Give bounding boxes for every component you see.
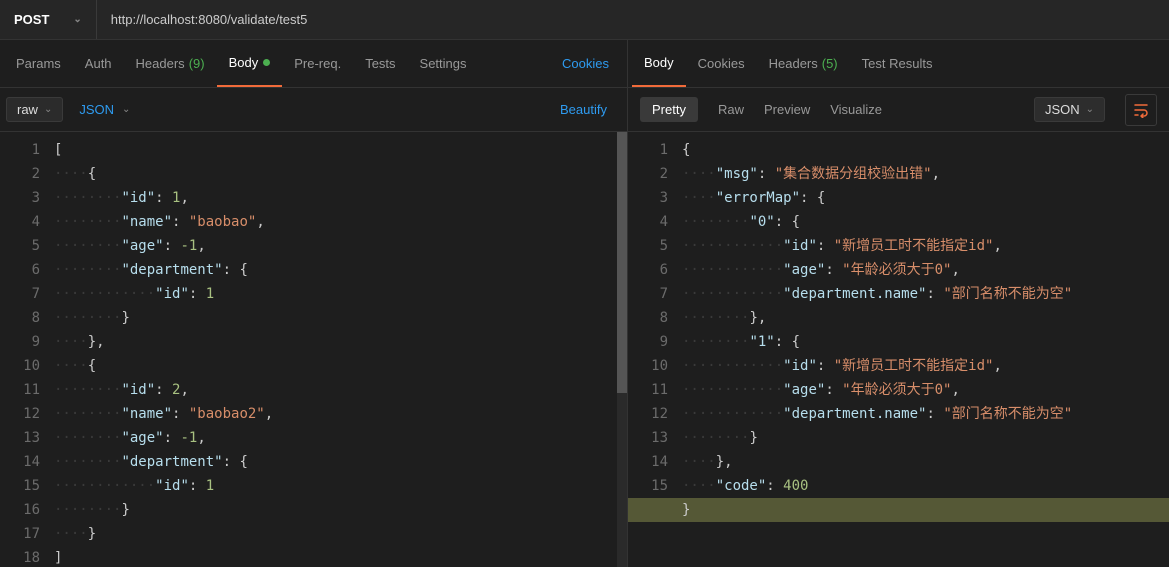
tab-headers[interactable]: Headers(9): [124, 40, 217, 87]
view-visualize[interactable]: Visualize: [830, 102, 882, 117]
tab-body[interactable]: Body: [217, 40, 283, 87]
view-pretty[interactable]: Pretty: [640, 97, 698, 122]
tab-settings[interactable]: Settings: [408, 40, 479, 87]
line-gutter: 123456789101112131415161718: [0, 132, 54, 567]
request-body-editor[interactable]: 123456789101112131415161718 [····{······…: [0, 132, 627, 567]
view-preview[interactable]: Preview: [764, 102, 810, 117]
code-area[interactable]: [····{········"id": 1,········"name": "b…: [54, 132, 627, 567]
response-tabs: Body Cookies Headers(5) Test Results: [628, 40, 1169, 88]
tab-prereq[interactable]: Pre-req.: [282, 40, 353, 87]
scrollbar-track[interactable]: [617, 132, 627, 567]
request-pane: Params Auth Headers(9) Body Pre-req. Tes…: [0, 40, 628, 567]
tab-tests[interactable]: Tests: [353, 40, 407, 87]
tab-params[interactable]: Params: [4, 40, 73, 87]
rtab-headers[interactable]: Headers(5): [757, 40, 850, 87]
view-raw[interactable]: Raw: [718, 102, 744, 117]
rtab-body[interactable]: Body: [632, 40, 686, 87]
url-input[interactable]: [97, 0, 1169, 39]
chevron-down-icon: ⌄: [122, 104, 130, 115]
scrollbar-thumb[interactable]: [617, 132, 627, 393]
body-type-select[interactable]: raw⌄: [6, 97, 63, 122]
response-body-viewer[interactable]: 12345678910111213141516 {····"msg": "集合数…: [628, 132, 1169, 567]
code-area: {····"msg": "集合数据分组校验出错",····"errorMap":…: [682, 132, 1169, 567]
request-tabs: Params Auth Headers(9) Body Pre-req. Tes…: [0, 40, 627, 88]
chevron-down-icon: ⌄: [1086, 104, 1094, 115]
chevron-down-icon: ⌄: [73, 14, 81, 25]
response-format-select[interactable]: JSON⌄: [1034, 97, 1105, 122]
tab-auth[interactable]: Auth: [73, 40, 124, 87]
cookies-link[interactable]: Cookies: [548, 56, 623, 71]
modified-dot-icon: [263, 59, 270, 66]
chevron-down-icon: ⌄: [44, 104, 52, 115]
wrap-lines-icon[interactable]: [1125, 94, 1157, 126]
http-method-label: POST: [14, 12, 49, 27]
beautify-button[interactable]: Beautify: [546, 102, 621, 117]
response-view-tabs: Pretty Raw Preview Visualize JSON⌄: [628, 88, 1169, 132]
body-format-select[interactable]: JSON⌄: [71, 98, 138, 121]
body-subbar: raw⌄ JSON⌄ Beautify: [0, 88, 627, 132]
rtab-test-results[interactable]: Test Results: [850, 40, 945, 87]
http-method-select[interactable]: POST ⌄: [0, 0, 97, 39]
rtab-cookies[interactable]: Cookies: [686, 40, 757, 87]
response-pane: Body Cookies Headers(5) Test Results Pre…: [628, 40, 1169, 567]
